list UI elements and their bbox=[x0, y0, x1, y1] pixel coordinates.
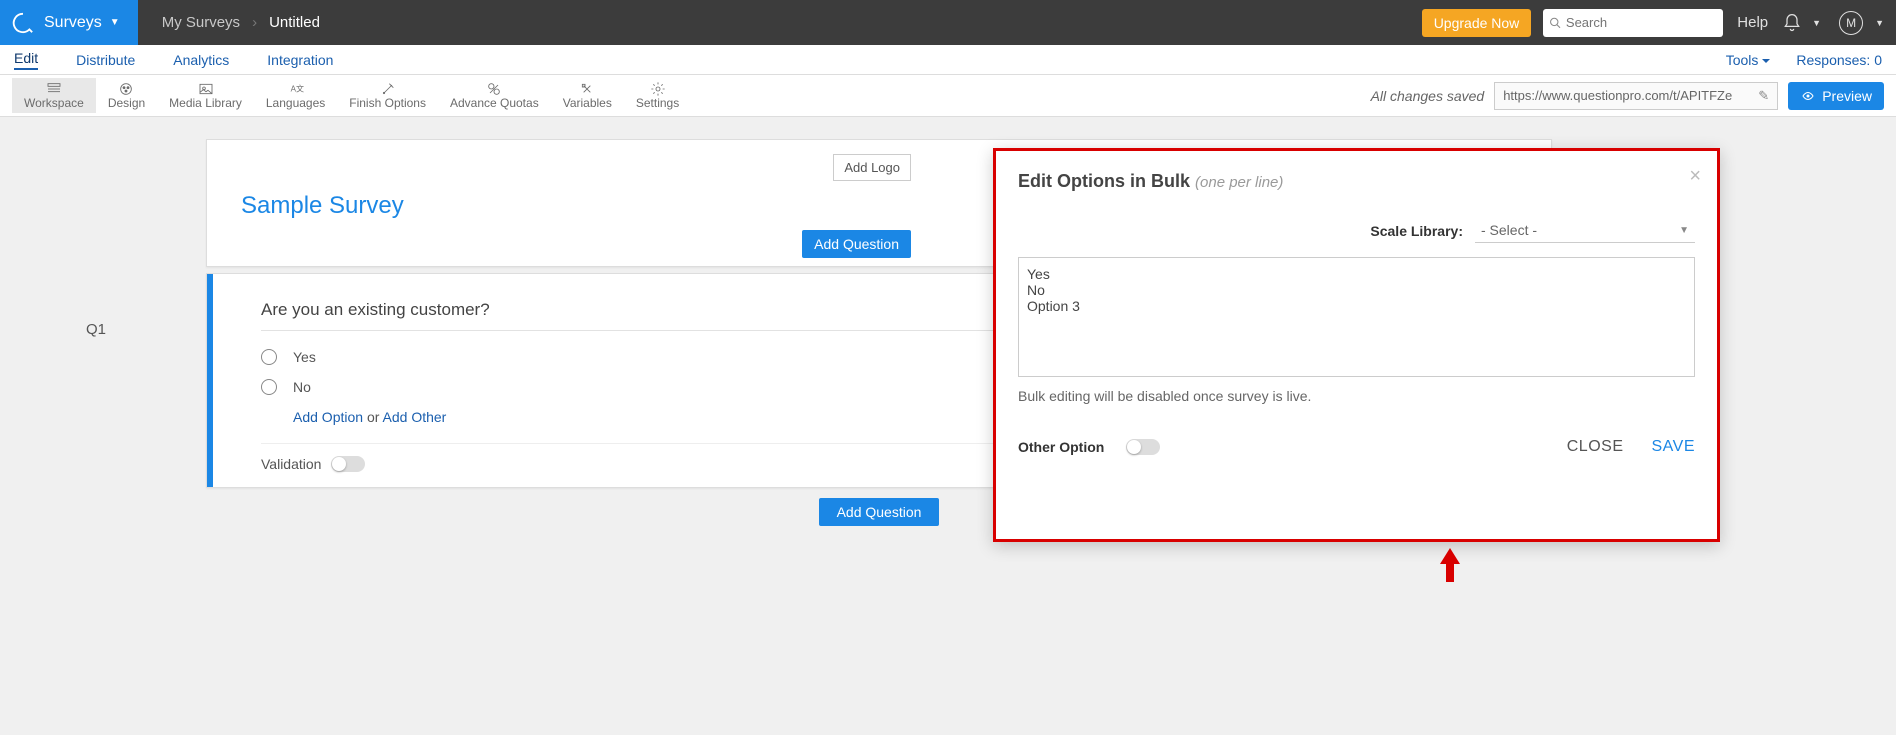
url-text: https://www.questionpro.com/t/APITFZe bbox=[1503, 88, 1732, 103]
search-icon bbox=[1549, 16, 1562, 30]
tool-label: Design bbox=[108, 97, 145, 110]
search-box[interactable] bbox=[1543, 9, 1723, 37]
tool-label: Media Library bbox=[169, 97, 242, 110]
caret-down-icon: ▼ bbox=[110, 17, 120, 28]
modal-title: Edit Options in Bulk (one per line) bbox=[1018, 171, 1695, 192]
tool-label: Settings bbox=[636, 97, 679, 110]
add-other-link[interactable]: Add Other bbox=[383, 409, 447, 425]
option-label: No bbox=[293, 379, 311, 395]
question-number: Q1 bbox=[86, 321, 106, 338]
topbar-right: Upgrade Now Help ▼ M ▼ bbox=[1422, 0, 1896, 45]
tool-label: Languages bbox=[266, 97, 325, 110]
main-nav: Edit Distribute Analytics Integration To… bbox=[0, 45, 1896, 75]
scale-library-label: Scale Library: bbox=[1370, 223, 1463, 239]
radio-icon[interactable] bbox=[261, 349, 277, 365]
close-button[interactable]: CLOSE bbox=[1567, 438, 1624, 456]
bulk-hint: Bulk editing will be disabled once surve… bbox=[1018, 388, 1695, 404]
tools-menu[interactable]: Tools bbox=[1726, 52, 1771, 68]
breadcrumb: My Surveys › Untitled bbox=[162, 14, 320, 31]
save-status: All changes saved bbox=[1371, 88, 1485, 104]
scale-library-row: Scale Library: - Select - ▼ bbox=[1018, 218, 1695, 243]
responses-count[interactable]: Responses: 0 bbox=[1796, 52, 1882, 68]
tool-advance-quotas[interactable]: Advance Quotas bbox=[438, 78, 551, 113]
close-icon[interactable]: × bbox=[1689, 165, 1701, 188]
tool-label: Variables bbox=[563, 97, 612, 110]
tab-distribute[interactable]: Distribute bbox=[76, 52, 135, 68]
or-text: or bbox=[363, 409, 382, 425]
eye-icon bbox=[1800, 90, 1816, 102]
brand-label: Surveys bbox=[44, 14, 102, 32]
tool-workspace[interactable]: Workspace bbox=[12, 78, 96, 113]
save-button[interactable]: SAVE bbox=[1652, 438, 1696, 456]
annotation-arrow-icon bbox=[1436, 548, 1464, 589]
tab-integration[interactable]: Integration bbox=[267, 52, 333, 68]
tab-edit[interactable]: Edit bbox=[14, 50, 38, 70]
option-label: Yes bbox=[293, 349, 316, 365]
help-link[interactable]: Help bbox=[1737, 14, 1768, 31]
tool-variables[interactable]: Variables bbox=[551, 78, 624, 113]
editor-toolbar: Workspace Design Media Library A文Languag… bbox=[0, 75, 1896, 117]
search-input[interactable] bbox=[1566, 15, 1717, 30]
modal-subtitle: (one per line) bbox=[1195, 174, 1283, 191]
radio-icon[interactable] bbox=[261, 379, 277, 395]
avatar[interactable]: M bbox=[1839, 11, 1863, 35]
crumb-my-surveys[interactable]: My Surveys bbox=[162, 14, 240, 31]
modal-footer: Other Option CLOSE SAVE bbox=[1018, 438, 1695, 456]
topbar: Surveys ▼ My Surveys › Untitled Upgrade … bbox=[0, 0, 1896, 45]
pencil-icon[interactable]: ✎ bbox=[1752, 88, 1769, 104]
add-option-link[interactable]: Add Option bbox=[293, 409, 363, 425]
other-option-toggle[interactable] bbox=[1126, 439, 1160, 455]
validation-toggle[interactable] bbox=[331, 456, 365, 472]
validation-label: Validation bbox=[261, 456, 321, 472]
brand-menu[interactable]: Surveys ▼ bbox=[0, 0, 138, 45]
tool-design[interactable]: Design bbox=[96, 78, 157, 113]
tool-label: Advance Quotas bbox=[450, 97, 539, 110]
bulk-options-textarea[interactable] bbox=[1018, 257, 1695, 377]
tool-label: Workspace bbox=[24, 97, 84, 110]
preview-label: Preview bbox=[1822, 88, 1872, 104]
svg-text:文: 文 bbox=[296, 84, 304, 94]
chevron-right-icon: › bbox=[252, 14, 257, 31]
logo-icon bbox=[12, 12, 34, 34]
caret-down-icon: ▼ bbox=[1679, 225, 1689, 236]
tool-languages[interactable]: A文Languages bbox=[254, 78, 337, 113]
upgrade-button[interactable]: Upgrade Now bbox=[1422, 9, 1532, 37]
add-question-button[interactable]: Add Question bbox=[802, 230, 911, 258]
edit-bulk-modal: Edit Options in Bulk (one per line) × Sc… bbox=[993, 148, 1720, 542]
select-value: - Select - bbox=[1481, 222, 1537, 238]
tool-media[interactable]: Media Library bbox=[157, 78, 254, 113]
modal-title-text: Edit Options in Bulk bbox=[1018, 171, 1190, 191]
survey-url[interactable]: https://www.questionpro.com/t/APITFZe ✎ bbox=[1494, 82, 1778, 110]
crumb-current: Untitled bbox=[269, 14, 320, 31]
tool-settings[interactable]: Settings bbox=[624, 78, 691, 113]
scale-library-select[interactable]: - Select - ▼ bbox=[1475, 218, 1695, 243]
other-option-label: Other Option bbox=[1018, 439, 1104, 455]
add-logo-button[interactable]: Add Logo bbox=[833, 154, 911, 181]
tool-label: Finish Options bbox=[349, 97, 426, 110]
tab-analytics[interactable]: Analytics bbox=[173, 52, 229, 68]
add-question-button-center[interactable]: Add Question bbox=[819, 498, 939, 526]
caret-down-icon: ▼ bbox=[1875, 18, 1884, 28]
preview-button[interactable]: Preview bbox=[1788, 82, 1884, 110]
notifications-icon[interactable] bbox=[1782, 13, 1802, 33]
tool-finish[interactable]: Finish Options bbox=[337, 78, 438, 113]
caret-down-icon: ▼ bbox=[1812, 18, 1821, 28]
